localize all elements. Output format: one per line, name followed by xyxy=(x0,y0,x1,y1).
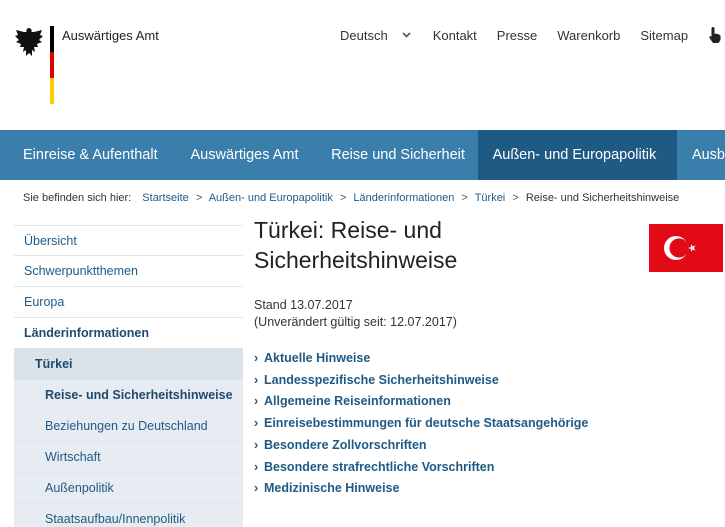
site-logo[interactable]: Auswärtiges Amt xyxy=(14,26,164,106)
link-zollvorschriften[interactable]: › Besondere Zollvorschriften xyxy=(254,435,634,457)
sidebar-item-reise-sicherheitshinweise[interactable]: Reise- und Sicherheitshinweise xyxy=(14,380,243,411)
link-einreisebestimmungen[interactable]: › Einreisebestimmungen für deutsche Staat… xyxy=(254,413,634,435)
nav-auswaertiges-amt[interactable]: Auswärtiges Amt xyxy=(167,130,308,180)
link-label: Aktuelle Hinweise xyxy=(264,351,371,365)
link-strafrechtliche-vorschriften[interactable]: › Besondere strafrechtliche Vorschriften xyxy=(254,457,634,479)
language-selector[interactable]: Deutsch xyxy=(340,28,388,43)
link-landesspezifische-sicherheitshinweise[interactable]: › Landesspezifische Sicherheitshinweise xyxy=(254,370,634,392)
federal-eagle-icon xyxy=(15,28,43,56)
main-navigation: Einreise & Aufenthalt Auswärtiges Amt Re… xyxy=(0,130,725,180)
site-header: Auswärtiges Amt Deutsch Kontakt Presse W… xyxy=(0,0,725,130)
breadcrumb-separator: > xyxy=(339,192,347,204)
link-allgemeine-reiseinformationen[interactable]: › Allgemeine Reiseinformationen xyxy=(254,391,634,413)
breadcrumb-current: Reise- und Sicherheitshinweise xyxy=(525,192,680,204)
page-title-line2: Sicherheitshinweise xyxy=(254,247,458,273)
breadcrumb-separator: > xyxy=(512,192,519,204)
sidebar-item-beziehungen-deutschland[interactable]: Beziehungen zu Deutschland xyxy=(14,411,243,442)
sidebar-item-europa[interactable]: Europa xyxy=(14,287,243,318)
chevron-right-icon: › xyxy=(254,459,259,474)
sidebar-item-staatsaufbau[interactable]: Staatsaufbau/Innenpolitik xyxy=(14,504,243,527)
chevron-right-icon: › xyxy=(254,437,259,452)
topnav-kontakt[interactable]: Kontakt xyxy=(433,28,477,43)
sidebar-item-tuerkei[interactable]: Türkei xyxy=(14,349,243,380)
link-medizinische-hinweise[interactable]: › Medizinische Hinweise xyxy=(254,478,634,500)
link-label: Besondere strafrechtliche Vorschriften xyxy=(264,459,495,474)
german-flag-bar xyxy=(50,26,54,104)
nav-ausbildung[interactable]: Ausb xyxy=(677,130,725,180)
nav-einreise-aufenthalt[interactable]: Einreise & Aufenthalt xyxy=(0,130,167,180)
unchanged-date: (Unverändert gültig seit: 12.07.2017) xyxy=(254,315,457,329)
page-title-line1: Türkei: Reise- und xyxy=(254,217,442,243)
breadcrumb-separator: > xyxy=(195,192,203,204)
sidebar-item-laenderinformationen[interactable]: Länderinformationen xyxy=(14,318,243,349)
turkey-flag-icon xyxy=(649,224,723,272)
sidebar-item-uebersicht[interactable]: Übersicht xyxy=(14,225,243,256)
link-label: Landesspezifische Sicherheitshinweise xyxy=(264,372,499,387)
top-navigation: Deutsch Kontakt Presse Warenkorb Sitemap xyxy=(340,26,722,44)
breadcrumb: Sie befinden sich hier: Startseite > Auß… xyxy=(23,192,679,204)
link-aktuelle-hinweise[interactable]: › Aktuelle Hinweise xyxy=(254,348,634,370)
chevron-right-icon: › xyxy=(254,481,259,496)
link-label: Besondere Zollvorschriften xyxy=(264,437,427,452)
chevron-right-icon: › xyxy=(254,416,259,431)
link-label: Einreisebestimmungen für deutsche Staats… xyxy=(264,416,589,431)
sidebar-item-wirtschaft[interactable]: Wirtschaft xyxy=(14,442,243,473)
breadcrumb-prefix: Sie befinden sich hier: xyxy=(23,192,132,204)
nav-reise-sicherheit[interactable]: Reise und Sicherheit xyxy=(307,130,477,180)
link-label: Allgemeine Reiseinformationen xyxy=(264,394,451,409)
topnav-warenkorb[interactable]: Warenkorb xyxy=(557,28,620,43)
main-content: Türkei: Reise- und Sicherheitshinweise S… xyxy=(254,215,634,500)
chevron-down-icon[interactable] xyxy=(402,29,411,41)
breadcrumb-separator: > xyxy=(461,192,468,204)
breadcrumb-startseite[interactable]: Startseite xyxy=(142,192,188,204)
topnav-sitemap[interactable]: Sitemap xyxy=(640,28,688,43)
sidebar-item-aussenpolitik[interactable]: Außenpolitik xyxy=(14,473,243,504)
chevron-right-icon: › xyxy=(254,394,259,409)
breadcrumb-aussen-europapolitik[interactable]: Außen- und Europapolitik xyxy=(209,192,333,204)
breadcrumb-tuerkei[interactable]: Türkei xyxy=(475,192,506,204)
link-label: Medizinische Hinweise xyxy=(264,481,400,496)
logo-text: Auswärtiges Amt xyxy=(62,28,159,43)
page-title: Türkei: Reise- und Sicherheitshinweise xyxy=(254,215,634,275)
nav-aussen-europapolitik[interactable]: Außen- und Europapolitik xyxy=(477,130,677,180)
sidebar-item-schwerpunktthemen[interactable]: Schwerpunktthemen xyxy=(14,256,243,287)
stand-date: Stand 13.07.2017 xyxy=(254,298,353,312)
section-links: › Aktuelle Hinweise › Landesspezifische Si… xyxy=(254,348,634,500)
hand-pointer-icon[interactable] xyxy=(708,26,722,44)
chevron-right-icon: › xyxy=(254,351,259,365)
topnav-presse[interactable]: Presse xyxy=(497,28,537,43)
breadcrumb-laenderinformationen[interactable]: Länderinformationen xyxy=(353,192,454,204)
date-info: Stand 13.07.2017 (Unverändert gültig sei… xyxy=(254,297,634,331)
chevron-right-icon: › xyxy=(254,372,259,387)
sidebar-navigation: Übersicht Schwerpunktthemen Europa Lände… xyxy=(14,225,243,527)
